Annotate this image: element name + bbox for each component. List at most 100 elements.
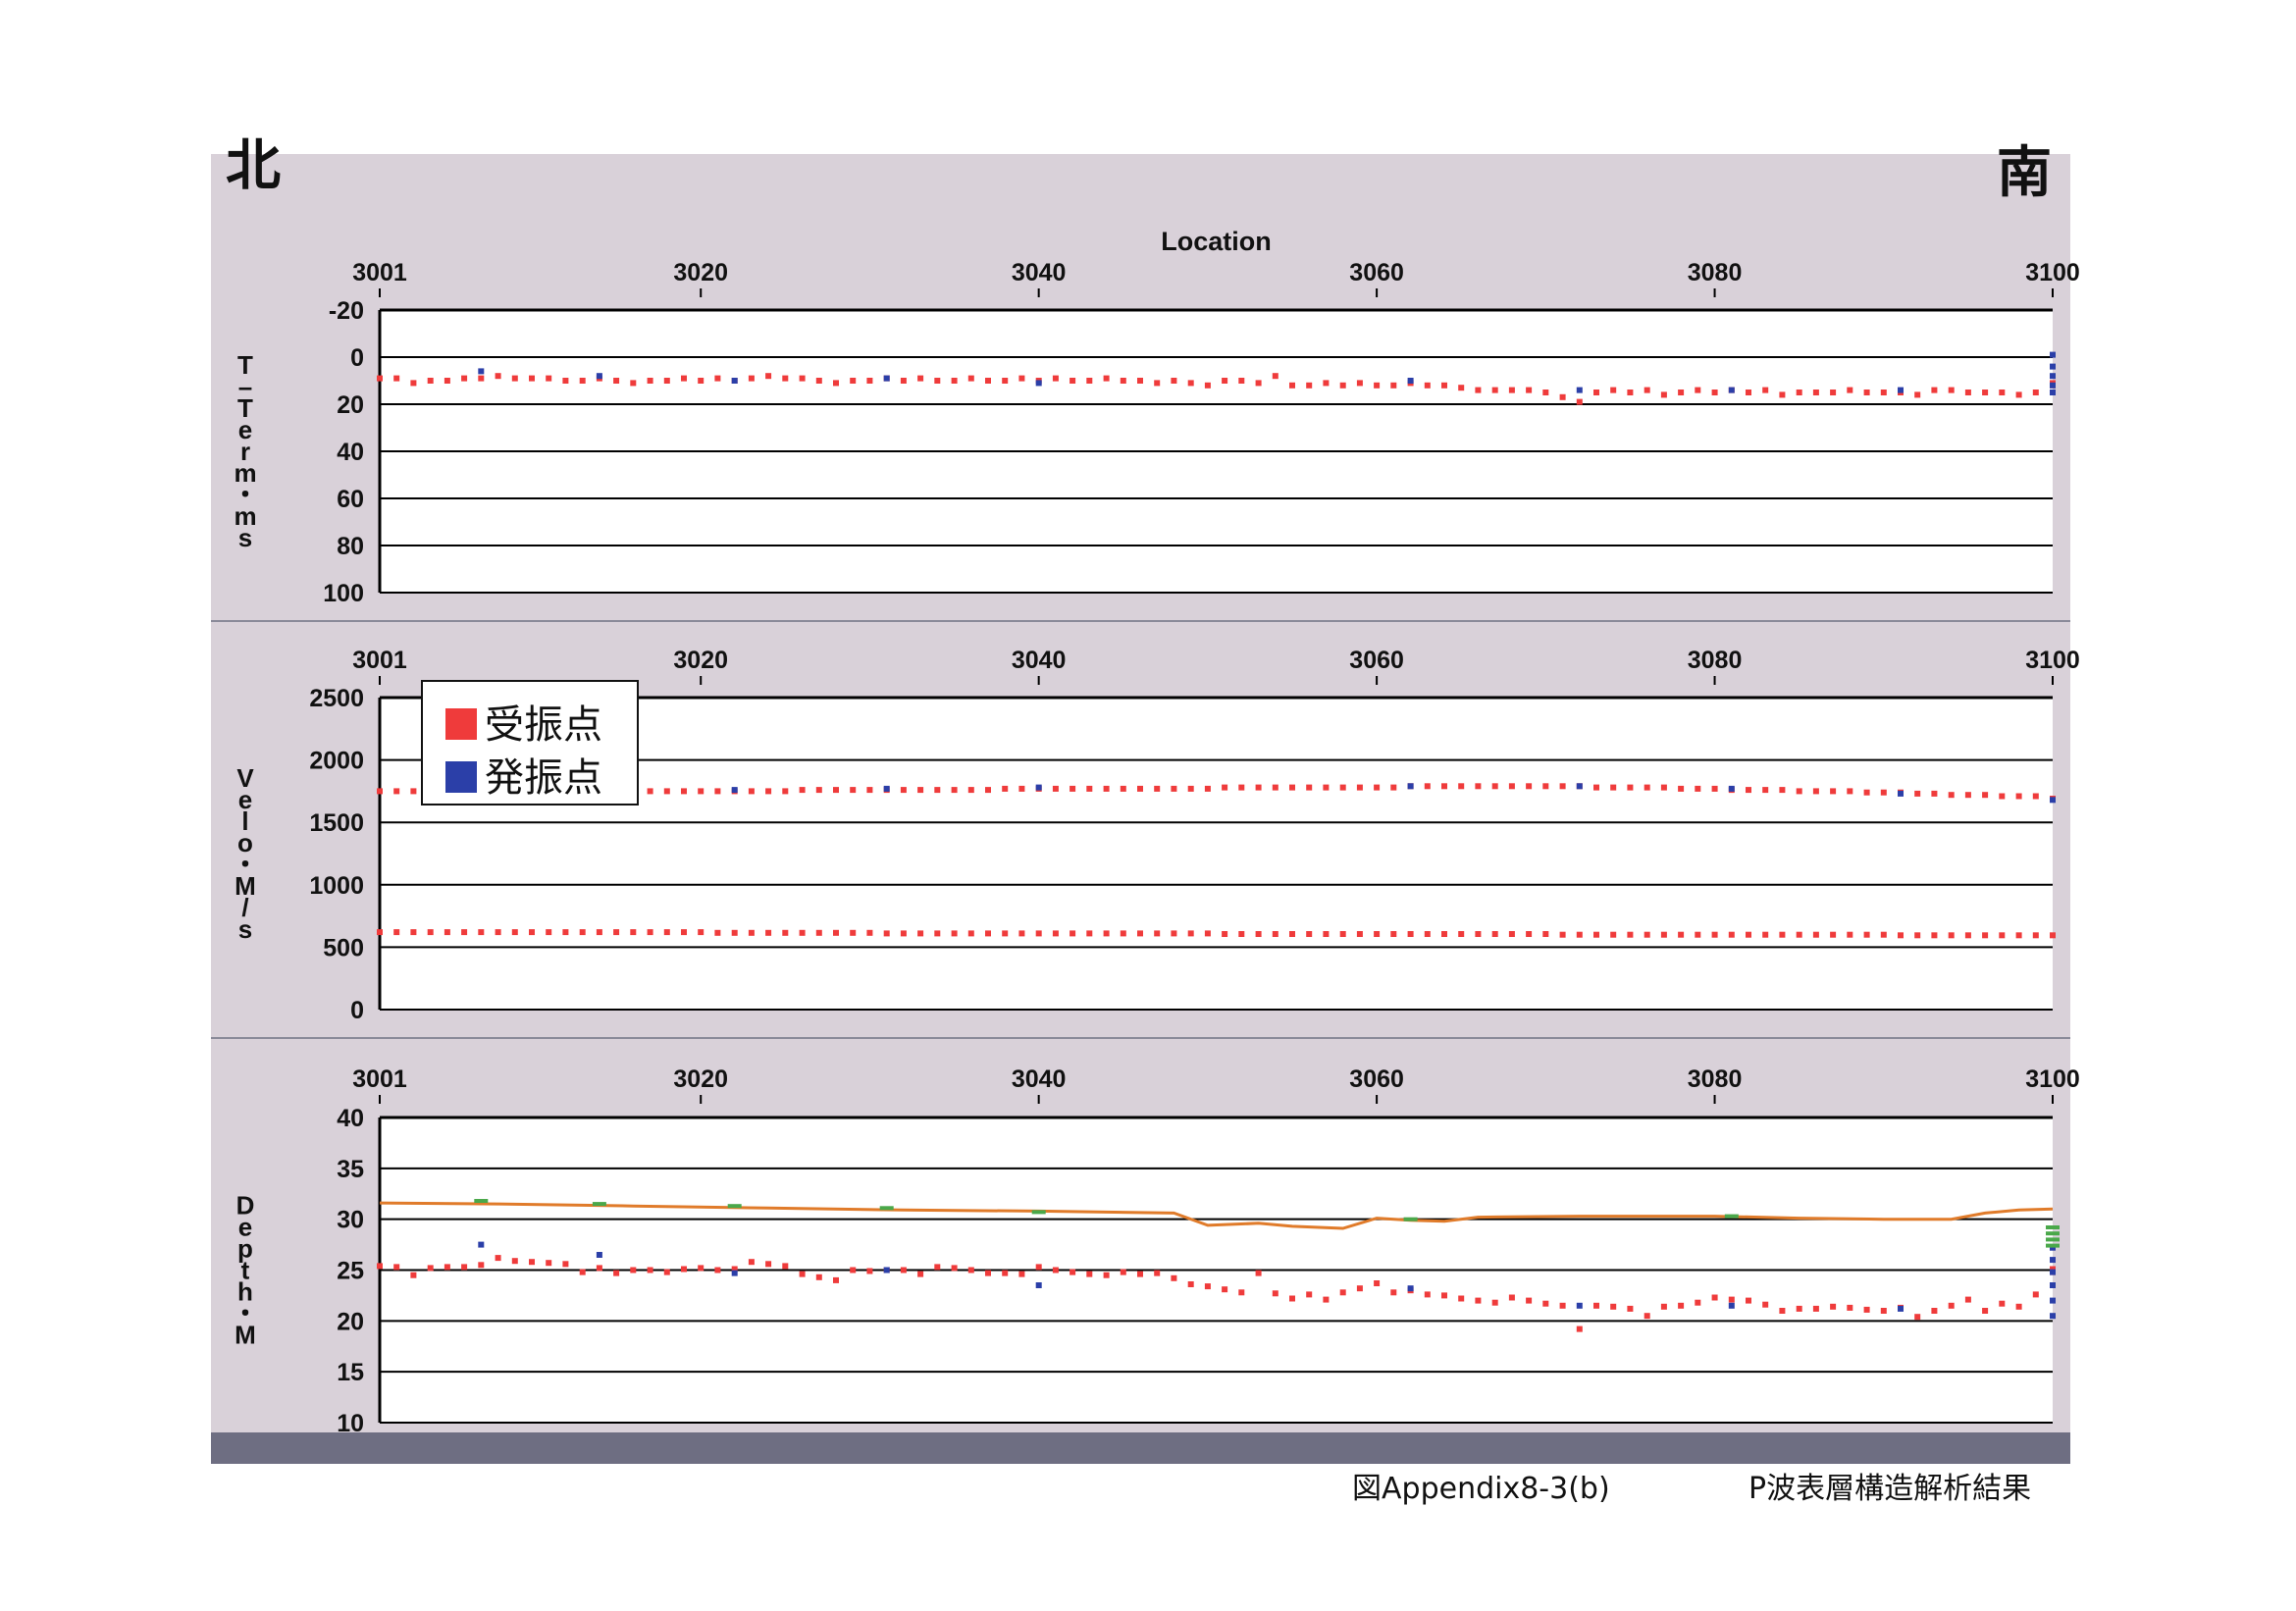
receiver-point — [1964, 792, 1971, 799]
receiver-point — [1154, 930, 1161, 937]
receiver-point — [1255, 380, 1262, 387]
receiver-point — [1103, 1272, 1110, 1278]
receiver-point — [444, 1264, 450, 1271]
receiver-point — [1289, 931, 1295, 937]
receiver-point — [1812, 390, 1819, 395]
receiver-point — [934, 787, 941, 794]
receiver-point — [1695, 931, 1701, 938]
receiver-point — [1880, 931, 1887, 938]
receiver-point — [681, 375, 687, 382]
receiver-point — [765, 373, 772, 380]
receiver-point — [714, 929, 721, 936]
receiver-point — [1491, 387, 1498, 393]
y-tick-label: 1500 — [309, 809, 364, 837]
receiver-point — [951, 1265, 958, 1272]
receiver-point — [1204, 382, 1211, 389]
y-tick-label: -20 — [329, 297, 364, 325]
receiver-point — [1644, 931, 1650, 938]
surface-marker — [592, 1202, 606, 1207]
receiver-point — [1238, 1289, 1245, 1296]
receiver-point — [1644, 387, 1650, 393]
y-tick-label: 80 — [337, 533, 364, 560]
receiver-point — [1154, 380, 1161, 387]
receiver-point — [917, 787, 924, 794]
receiver-point — [782, 788, 789, 795]
receiver-point — [495, 929, 501, 936]
shot-point — [731, 787, 738, 794]
shot-point — [2050, 797, 2056, 804]
shot-point — [2050, 351, 2056, 358]
receiver-point — [1948, 932, 1955, 939]
receiver-point — [1052, 785, 1059, 792]
receiver-point — [1779, 931, 1786, 938]
receiver-point — [630, 380, 637, 387]
receiver-point — [1863, 931, 1870, 938]
receiver-point — [1999, 1300, 2006, 1307]
receiver-point — [511, 1258, 518, 1265]
receiver-point — [1593, 1302, 1599, 1309]
receiver-point — [410, 1272, 417, 1278]
surface-marker — [2046, 1231, 2060, 1236]
receiver-point — [1441, 783, 1447, 790]
receiver-point — [1272, 1290, 1278, 1297]
shot-point — [1576, 783, 1583, 790]
receiver-point — [393, 929, 400, 936]
receiver-point — [663, 1269, 670, 1275]
shot-point — [2050, 1297, 2056, 1304]
receiver-point — [495, 1255, 501, 1262]
receiver-point — [1627, 1305, 1634, 1312]
receiver-point — [1830, 1303, 1837, 1310]
receiver-point — [461, 929, 468, 936]
receiver-point — [1120, 930, 1126, 937]
receiver-point — [1593, 931, 1599, 938]
receiver-point — [444, 378, 450, 384]
figure-title-caption: P波表層構造解析結果 — [1748, 1472, 2032, 1506]
x-tick-label: 3040 — [1012, 647, 1067, 674]
receiver-point — [681, 1266, 687, 1273]
receiver-point — [1931, 387, 1938, 393]
shot-point — [1407, 378, 1414, 384]
receiver-point — [1964, 1296, 1971, 1303]
receiver-point — [765, 788, 772, 795]
receiver-point — [1762, 387, 1769, 393]
receiver-point — [1458, 1295, 1465, 1302]
receiver-point — [579, 1269, 586, 1275]
receiver-point — [1339, 1289, 1346, 1296]
receiver-point — [1171, 785, 1177, 792]
receiver-point — [799, 787, 806, 794]
receiver-point — [900, 787, 907, 794]
legend-label: 発振点 — [485, 756, 602, 800]
receiver-point — [1847, 931, 1853, 938]
receiver-point — [1441, 1292, 1447, 1299]
y-tick-label: 100 — [323, 580, 364, 607]
receiver-point — [596, 929, 602, 936]
receiver-point — [1678, 390, 1685, 395]
receiver-point — [900, 930, 907, 937]
receiver-point — [1593, 784, 1599, 791]
receiver-point — [511, 375, 518, 382]
receiver-point — [1542, 931, 1549, 937]
receiver-point — [1272, 931, 1278, 937]
y-tick-label: 0 — [350, 997, 364, 1024]
receiver-point — [1475, 387, 1482, 393]
receiver-point — [461, 375, 468, 382]
receiver-point — [967, 930, 974, 937]
x-tick-label: 3080 — [1688, 647, 1743, 674]
receiver-point — [546, 1260, 552, 1267]
x-tick-label: 3001 — [352, 647, 407, 674]
receiver-point — [2032, 1291, 2039, 1298]
x-tick-label: 3020 — [673, 647, 728, 674]
receiver-point — [2015, 932, 2022, 939]
figure-id-caption: 図Appendix8-3(b) — [1352, 1472, 1610, 1506]
receiver-point — [1018, 1271, 1025, 1277]
receiver-point — [1711, 785, 1718, 792]
receiver-point — [748, 788, 755, 795]
receiver-point — [1508, 931, 1515, 937]
receiver-point — [1830, 931, 1837, 938]
receiver-point — [1982, 1308, 1989, 1314]
y-tick-label: 0 — [350, 344, 364, 372]
receiver-point — [393, 788, 400, 795]
receiver-point — [1914, 790, 1921, 797]
receiver-point — [1948, 387, 1955, 393]
receiver-point — [714, 1267, 721, 1273]
